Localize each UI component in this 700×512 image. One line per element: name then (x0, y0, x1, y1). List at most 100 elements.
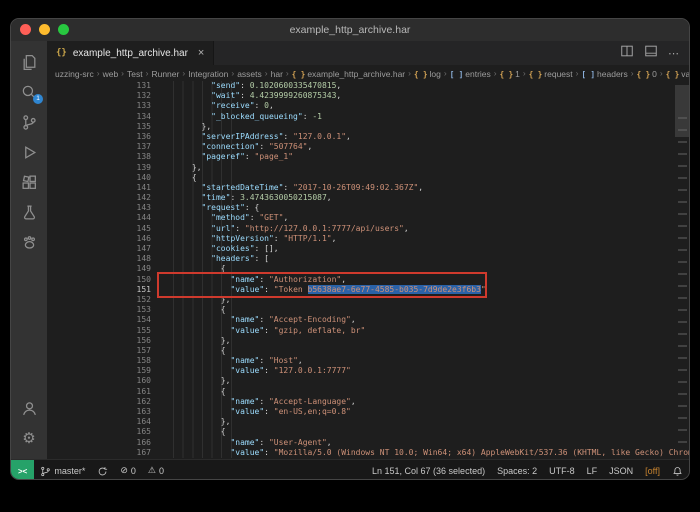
status-warning[interactable]: ⚠0 (142, 460, 170, 480)
code-content[interactable]: "send": 0.1020600335470815, "wait": 4.42… (163, 81, 675, 458)
line-number: 155 (47, 326, 151, 336)
breadcrumb-separator: › (444, 68, 447, 78)
breadcrumb-item[interactable]: har (271, 65, 283, 81)
breadcrumb-item[interactable]: { }value (666, 65, 689, 81)
code-line: { (163, 346, 675, 356)
line-number: 154 (47, 315, 151, 325)
breadcrumb-item[interactable]: Runner (151, 65, 179, 81)
breadcrumb-item[interactable]: web (103, 65, 119, 81)
code-line: }, (163, 122, 675, 132)
branch-icon (40, 466, 51, 477)
code-line: "headers": [ (163, 254, 675, 264)
breadcrumb-separator: › (146, 68, 149, 78)
breadcrumb-item[interactable]: { }0 (637, 65, 657, 81)
code-line: "value": "Token b5638ae7-6e77-4585-b035-… (163, 285, 675, 295)
status-utf-8[interactable]: UTF-8 (543, 460, 581, 480)
testing-icon[interactable] (11, 197, 47, 227)
window-titlebar[interactable]: example_http_archive.har (11, 19, 689, 41)
activity-bar: 1 ⚙ (11, 41, 47, 459)
source-control-icon[interactable] (11, 107, 47, 137)
minimap[interactable] (678, 117, 687, 453)
object-symbol-icon: { } (637, 70, 651, 79)
line-number: 139 (47, 163, 151, 173)
run-debug-icon[interactable] (11, 137, 47, 167)
breadcrumb-label: Integration (188, 69, 228, 79)
status-label: LF (587, 466, 598, 476)
array-symbol-icon: [ ] (581, 70, 595, 79)
status-label: Ln 151, Col 67 (36 selected) (372, 466, 485, 476)
code-line: }, (163, 376, 675, 386)
layout-icon[interactable] (644, 44, 658, 63)
breadcrumb-item[interactable]: uzzing-src (55, 65, 94, 81)
line-number: 152 (47, 295, 151, 305)
breadcrumb-separator: › (408, 68, 411, 78)
more-actions-icon[interactable]: ⋯ (668, 47, 679, 60)
breadcrumb-label: 1 (515, 69, 520, 79)
explorer-icon[interactable] (11, 47, 47, 77)
status-bell[interactable] (666, 460, 689, 480)
status-lf[interactable]: LF (581, 460, 604, 480)
minimize-window-button[interactable] (39, 24, 50, 35)
status--off-[interactable]: [off] (639, 460, 666, 480)
selected-token: b5638ae7-6e77-4585-b035-7d9de2e3f6b3 (308, 285, 481, 294)
code-line: "name": "Accept-Language", (163, 397, 675, 407)
breadcrumb-label: request (544, 69, 572, 79)
tab-example-http-archive[interactable]: {} example_http_archive.har × (47, 41, 214, 65)
code-line: "connection": "507764", (163, 142, 675, 152)
code-line: "value": "gzip, deflate, br" (163, 326, 675, 336)
code-line: "wait": 4.4239999260875343, (163, 91, 675, 101)
code-line: "_blocked_queueing": -1 (163, 112, 675, 122)
breadcrumb-item[interactable]: Integration (188, 65, 228, 81)
status-spaces-2[interactable]: Spaces: 2 (491, 460, 543, 480)
vertical-scrollbar[interactable] (675, 85, 689, 137)
breadcrumb-item[interactable]: { }log (414, 65, 441, 81)
code-line: "name": "Host", (163, 356, 675, 366)
status-sync[interactable] (91, 460, 114, 480)
tab-close-icon[interactable]: × (198, 47, 204, 59)
code-line: "request": { (163, 203, 675, 213)
split-editor-icon[interactable] (620, 44, 634, 63)
breadcrumb-item[interactable]: { }example_http_archive.har (292, 65, 405, 81)
breadcrumb-item[interactable]: [ ]entries (450, 65, 491, 81)
paw-icon[interactable] (11, 227, 47, 257)
error-icon: ⊘ (120, 466, 128, 476)
code-line: { (163, 427, 675, 437)
code-line: "name": "Accept-Encoding", (163, 315, 675, 325)
line-number: 142 (47, 193, 151, 203)
breadcrumb-item[interactable]: Test (127, 65, 143, 81)
status-ln-151-col-67-36-selected-[interactable]: Ln 151, Col 67 (36 selected) (366, 460, 491, 480)
status-label: 0 (159, 466, 164, 476)
breadcrumb-label: assets (237, 69, 262, 79)
breadcrumb-label: 0 (652, 69, 657, 79)
code-line: "method": "GET", (163, 213, 675, 223)
breadcrumb-item[interactable]: { }request (529, 65, 573, 81)
breadcrumb-separator: › (265, 68, 268, 78)
array-symbol-icon: [ ] (450, 70, 464, 79)
status-remote[interactable]: >< (11, 460, 34, 480)
status-error[interactable]: ⊘0 (114, 460, 142, 480)
vscode-window: example_http_archive.har 1 ⚙ {} example_… (10, 18, 690, 480)
zoom-window-button[interactable] (58, 24, 69, 35)
close-window-button[interactable] (20, 24, 31, 35)
breadcrumb-separator: › (576, 68, 579, 78)
bell-icon (672, 466, 683, 477)
breadcrumb-item[interactable]: [ ]headers (581, 65, 627, 81)
code-editor[interactable]: 1311321331341351361371381391401411421431… (47, 81, 689, 459)
settings-icon[interactable]: ⚙ (11, 423, 47, 453)
account-icon[interactable] (11, 393, 47, 423)
status-json[interactable]: JSON (603, 460, 639, 480)
breadcrumb-label: headers (597, 69, 628, 79)
code-line: "name": "Authorization", (163, 275, 675, 285)
code-line: "value": "en-US,en;q=0.8" (163, 407, 675, 417)
breadcrumb-label: entries (465, 69, 491, 79)
breadcrumb-item[interactable]: { }1 (500, 65, 520, 81)
code-line: "pageref": "page_1" (163, 152, 675, 162)
status-label: master* (54, 466, 85, 476)
extensions-icon[interactable] (11, 167, 47, 197)
window-title: example_http_archive.har (290, 24, 411, 36)
breadcrumb-item[interactable]: assets (237, 65, 262, 81)
line-number: 156 (47, 336, 151, 346)
search-icon[interactable]: 1 (11, 77, 47, 107)
status-branch[interactable]: master* (34, 460, 91, 480)
line-number: 132 (47, 91, 151, 101)
